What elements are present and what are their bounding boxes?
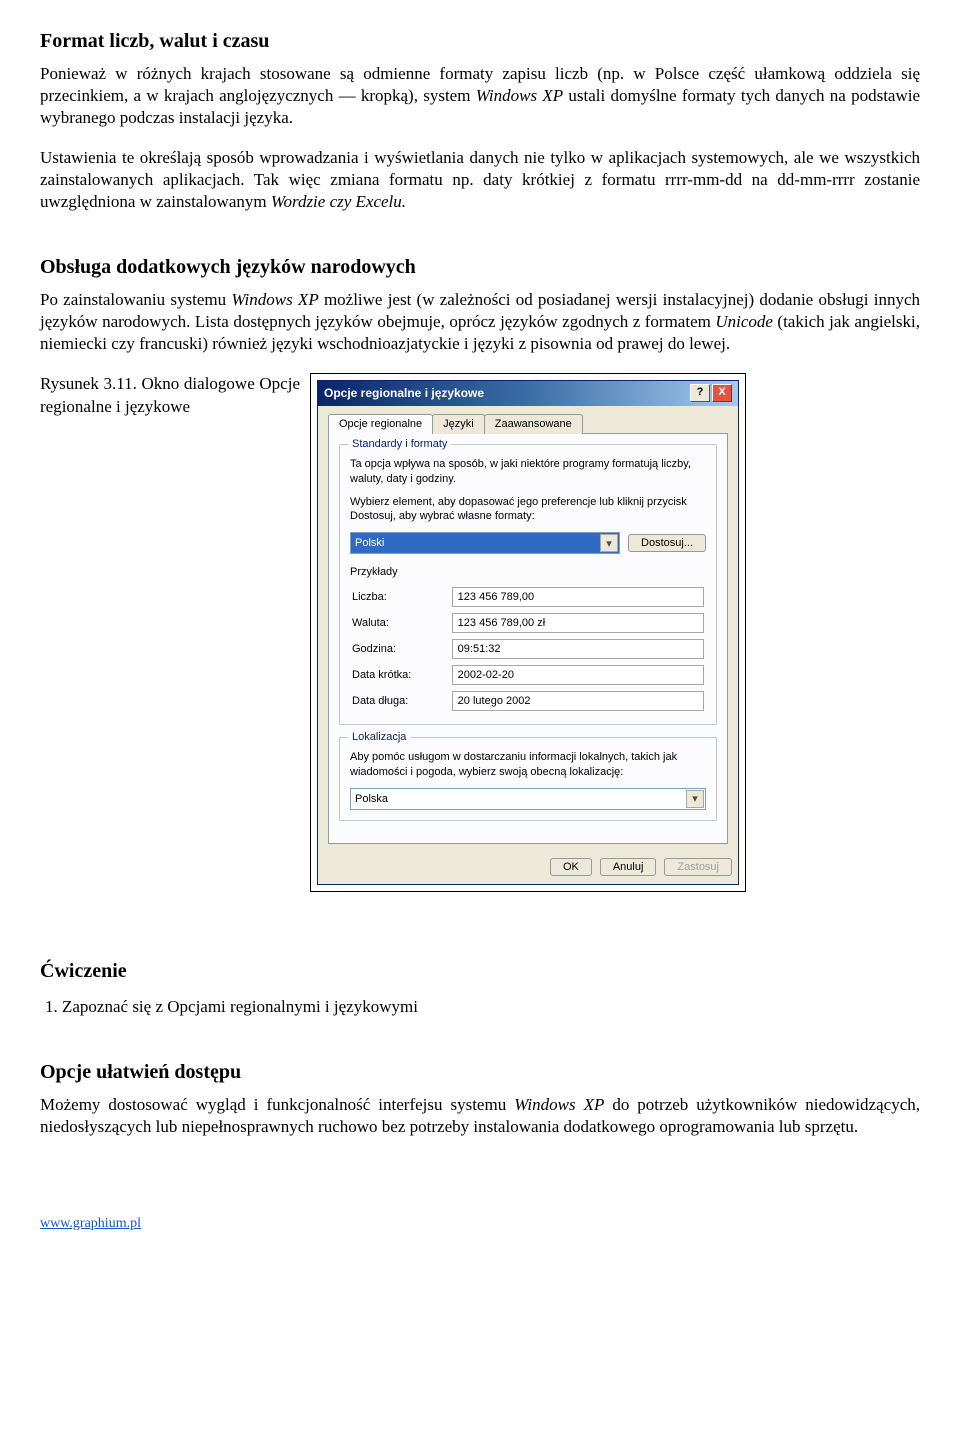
paragraph: Po zainstalowaniu systemu Windows XP moż… (40, 289, 920, 355)
text: Ustawienia te określają sposób wprowadza… (40, 148, 920, 211)
table-row: Liczba: 123 456 789,00 (350, 584, 706, 610)
language-dropdown[interactable]: Polski ▾ (350, 532, 620, 554)
value-long-date: 20 lutego 2002 (452, 691, 704, 711)
text-italic: Windows XP (476, 86, 563, 105)
figure-caption: Rysunek 3.11. Okno dialogowe Opcje regio… (40, 373, 310, 419)
group-desc: Ta opcja wpływa na sposób, w jaki niektó… (350, 457, 706, 487)
text-italic: Wordzie czy Excelu. (271, 192, 406, 211)
footer-link[interactable]: www.graphium.pl (40, 1216, 141, 1232)
apply-button[interactable]: Zastosuj (664, 858, 732, 876)
table-row: Data długa: 20 lutego 2002 (350, 688, 706, 714)
table-row: Godzina: 09:51:32 (350, 636, 706, 662)
heading-formats: Format liczb, walut i czasu (40, 30, 920, 53)
text-italic: Windows XP (514, 1095, 604, 1114)
value-number: 123 456 789,00 (452, 587, 704, 607)
label-currency: Waluta: (350, 610, 450, 636)
dialog-titlebar[interactable]: Opcje regionalne i językowe ? X (318, 381, 738, 406)
group-title: Lokalizacja (348, 731, 410, 743)
cancel-button[interactable]: Anuluj (600, 858, 657, 876)
text-italic: Unicode (715, 312, 773, 331)
dropdown-value: Polska (355, 793, 388, 805)
heading-languages: Obsługa dodatkowych języków narodowych (40, 256, 920, 279)
heading-accessibility: Opcje ułatwień dostępu (40, 1061, 920, 1084)
chevron-down-icon: ▾ (600, 534, 618, 552)
dialog-container: Opcje regionalne i językowe ? X Opcje re… (310, 373, 746, 892)
tab-panel-regional: Standardy i formaty Ta opcja wpływa na s… (328, 433, 728, 844)
group-title: Standardy i formaty (348, 438, 451, 450)
ok-button[interactable]: OK (550, 858, 592, 876)
group-location: Lokalizacja Aby pomóc usługom w dostarcz… (339, 737, 717, 821)
tab-advanced[interactable]: Zaawansowane (484, 414, 583, 434)
dropdown-value: Polski (355, 537, 384, 549)
group-standards: Standardy i formaty Ta opcja wpływa na s… (339, 444, 717, 725)
regional-options-dialog: Opcje regionalne i językowe ? X Opcje re… (317, 380, 739, 885)
list-item: Zapoznać się z Opcjami regionalnymi i ję… (62, 993, 920, 1021)
paragraph: Możemy dostosować wygląd i funkcjonalnoś… (40, 1094, 920, 1138)
label-time: Godzina: (350, 636, 450, 662)
value-time: 09:51:32 (452, 639, 704, 659)
tabs: Opcje regionalne Języki Zaawansowane (328, 414, 728, 434)
location-dropdown[interactable]: Polska ▾ (350, 788, 706, 810)
label-long-date: Data długa: (350, 688, 450, 714)
chevron-down-icon: ▾ (686, 790, 704, 808)
label-number: Liczba: (350, 584, 450, 610)
help-icon[interactable]: ? (690, 384, 710, 402)
paragraph: Ustawienia te określają sposób wprowadza… (40, 147, 920, 213)
group-desc: Aby pomóc usługom w dostarczaniu informa… (350, 750, 706, 780)
tab-languages[interactable]: Języki (432, 414, 485, 434)
examples-label: Przykłady (350, 566, 706, 578)
heading-exercise: Ćwiczenie (40, 960, 920, 983)
table-row: Data krótka: 2002-02-20 (350, 662, 706, 688)
customize-button[interactable]: Dostosuj... (628, 534, 706, 552)
dialog-title: Opcje regionalne i językowe (324, 386, 690, 400)
exercise-list: Zapoznać się z Opcjami regionalnymi i ję… (62, 993, 920, 1021)
examples-table: Liczba: 123 456 789,00 Waluta: 123 456 7… (350, 584, 706, 714)
dialog-buttons: OK Anuluj Zastosuj (318, 850, 738, 884)
text: Po zainstalowaniu systemu (40, 290, 231, 309)
group-desc: Wybierz element, aby dopasować jego pref… (350, 495, 706, 525)
text-italic: Windows XP (231, 290, 318, 309)
value-currency: 123 456 789,00 zł (452, 613, 704, 633)
paragraph: Ponieważ w różnych krajach stosowane są … (40, 63, 920, 129)
text: Możemy dostosować wygląd i funkcjonalnoś… (40, 1095, 514, 1114)
table-row: Waluta: 123 456 789,00 zł (350, 610, 706, 636)
close-icon[interactable]: X (712, 384, 732, 402)
value-short-date: 2002-02-20 (452, 665, 704, 685)
label-short-date: Data krótka: (350, 662, 450, 688)
tab-regional[interactable]: Opcje regionalne (328, 414, 433, 434)
